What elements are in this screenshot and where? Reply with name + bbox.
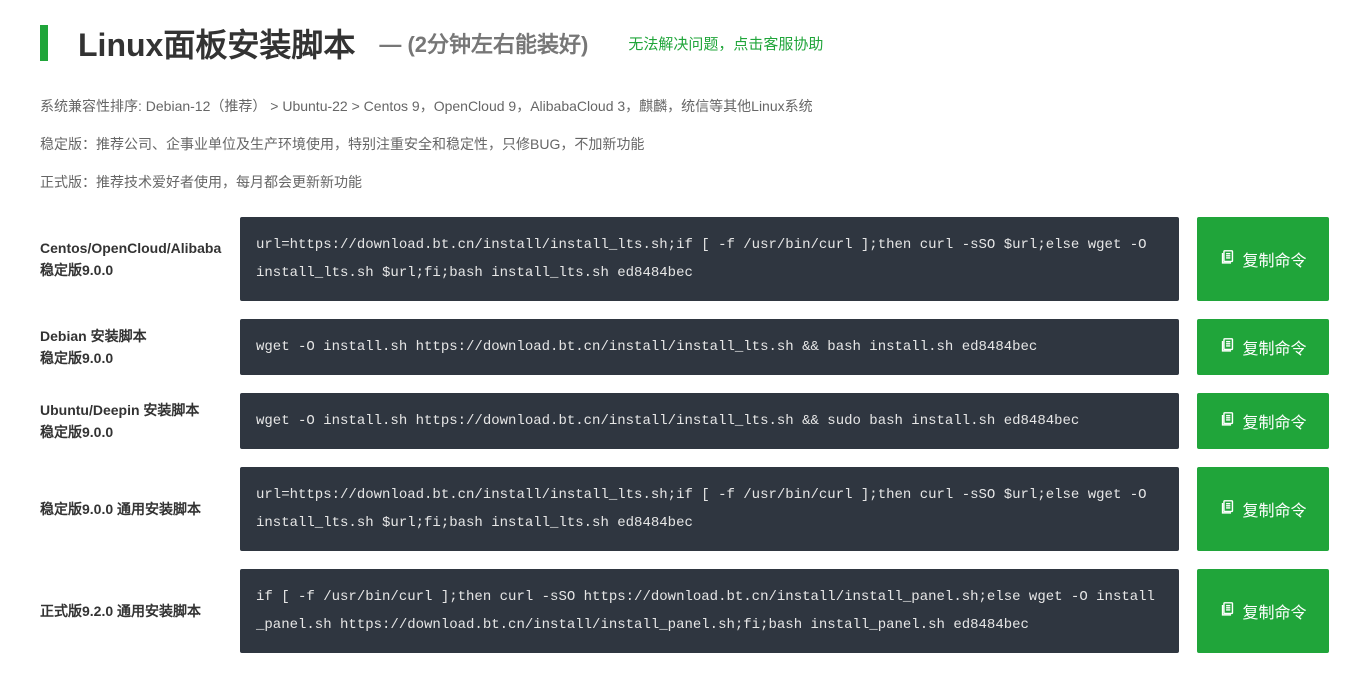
copy-button[interactable]: 复制命令 — [1197, 319, 1329, 375]
install-row: 稳定版9.0.0 通用安装脚本 url=https://download.bt.c… — [40, 467, 1329, 551]
code-block: url=https://download.bt.cn/install/insta… — [240, 217, 1179, 301]
install-row: Debian 安装脚本稳定版9.0.0 wget -O install.sh ht… — [40, 319, 1329, 375]
copy-button[interactable]: 复制命令 — [1197, 467, 1329, 551]
code-block: wget -O install.sh https://download.bt.c… — [240, 319, 1179, 375]
row-label-line2: 稳定版9.0.0 — [40, 421, 222, 443]
row-label-line1: Debian 安装脚本 — [40, 325, 222, 347]
copy-button-label: 复制命令 — [1242, 497, 1306, 521]
install-scripts-list: Centos/OpenCloud/Alibaba稳定版9.0.0url=http… — [40, 217, 1329, 653]
row-label: Ubuntu/Deepin 安装脚本稳定版9.0.0 — [40, 393, 222, 449]
row-label: 正式版9.2.0 通用安装脚本 — [40, 569, 222, 653]
copy-button-label: 复制命令 — [1242, 599, 1306, 623]
copy-button-label: 复制命令 — [1242, 335, 1306, 359]
row-label-line2: 稳定版9.0.0 — [40, 259, 222, 281]
copy-icon — [1219, 498, 1236, 520]
copy-icon — [1219, 410, 1236, 432]
row-label-line1: Centos/OpenCloud/Alibaba — [40, 237, 222, 259]
copy-button-label: 复制命令 — [1242, 409, 1306, 433]
copy-icon — [1219, 336, 1236, 358]
copy-icon — [1219, 248, 1236, 270]
copy-button[interactable]: 复制命令 — [1197, 569, 1329, 653]
install-row: Centos/OpenCloud/Alibaba稳定版9.0.0url=http… — [40, 217, 1329, 301]
install-row: Ubuntu/Deepin 安装脚本稳定版9.0.0 wget -O instal… — [40, 393, 1329, 449]
row-label-line1: Ubuntu/Deepin 安装脚本 — [40, 399, 222, 421]
row-label: Centos/OpenCloud/Alibaba稳定版9.0.0 — [40, 217, 222, 301]
row-label-line2: 稳定版9.0.0 — [40, 347, 222, 369]
info-compatibility: 系统兼容性排序: Debian-12（推荐） > Ubuntu-22 > Cen… — [40, 96, 1329, 116]
copy-icon — [1219, 600, 1236, 622]
code-block: wget -O install.sh https://download.bt.c… — [240, 393, 1179, 449]
copy-button-label: 复制命令 — [1242, 247, 1306, 271]
row-label: 稳定版9.0.0 通用安装脚本 — [40, 467, 222, 551]
info-section: 系统兼容性排序: Debian-12（推荐） > Ubuntu-22 > Cen… — [40, 96, 1329, 192]
accent-bar — [40, 25, 48, 61]
code-block: url=https://download.bt.cn/install/insta… — [240, 467, 1179, 551]
row-label: Debian 安装脚本稳定版9.0.0 — [40, 319, 222, 375]
copy-button[interactable]: 复制命令 — [1197, 217, 1329, 301]
page-subtitle: — (2分钟左右能装好) — [379, 27, 588, 59]
row-label-line1: 稳定版9.0.0 通用安装脚本 — [40, 498, 222, 520]
info-stable: 稳定版：推荐公司、企事业单位及生产环境使用，特别注重安全和稳定性，只修BUG，不… — [40, 134, 1329, 154]
row-label-line1: 正式版9.2.0 通用安装脚本 — [40, 600, 222, 622]
help-link[interactable]: 无法解决问题，点击客服协助 — [628, 33, 823, 54]
info-release: 正式版：推荐技术爱好者使用，每月都会更新新功能 — [40, 172, 1329, 192]
install-row: 正式版9.2.0 通用安装脚本 if [ -f /usr/bin/curl ];t… — [40, 569, 1329, 653]
copy-button[interactable]: 复制命令 — [1197, 393, 1329, 449]
page-header: Linux面板安装脚本 — (2分钟左右能装好) 无法解决问题，点击客服协助 — [40, 20, 1329, 66]
page-title: Linux面板安装脚本 — [78, 20, 355, 66]
code-block: if [ -f /usr/bin/curl ];then curl -sSO h… — [240, 569, 1179, 653]
